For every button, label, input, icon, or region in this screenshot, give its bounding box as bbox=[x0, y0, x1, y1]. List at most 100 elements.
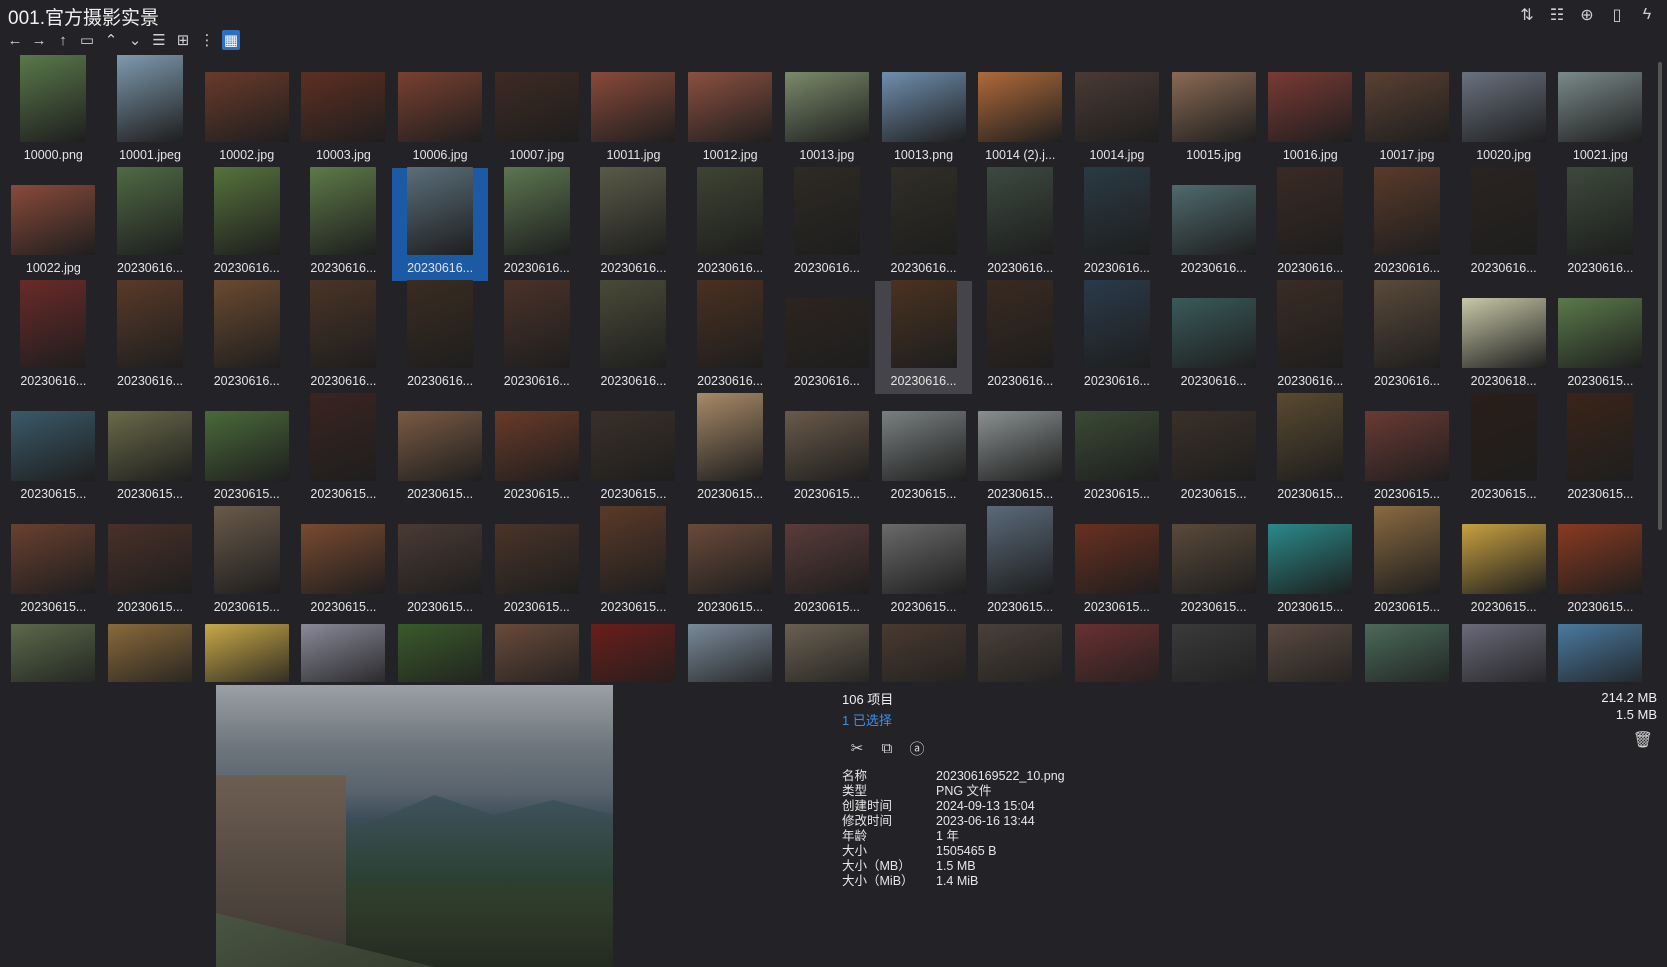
file-item[interactable]: 10014.jpg bbox=[1069, 55, 1166, 168]
file-item[interactable]: 20230615... bbox=[1552, 507, 1649, 620]
file-item[interactable] bbox=[5, 620, 102, 682]
file-item[interactable]: 20230615... bbox=[392, 394, 489, 507]
tiles-view-icon[interactable]: ⊞ bbox=[174, 30, 192, 50]
file-item[interactable]: 10022.jpg bbox=[5, 168, 102, 281]
file-item[interactable]: 20230616... bbox=[391, 167, 489, 281]
file-item[interactable] bbox=[1069, 620, 1166, 682]
file-item[interactable]: 20230616... bbox=[1165, 281, 1262, 394]
add-icon[interactable]: ⊕ bbox=[1577, 5, 1597, 25]
file-item[interactable]: 20230616... bbox=[1165, 168, 1262, 281]
file-item[interactable]: 10017.jpg bbox=[1359, 55, 1456, 168]
file-item[interactable] bbox=[1359, 620, 1456, 682]
file-item[interactable]: 20230615... bbox=[198, 394, 295, 507]
file-item[interactable]: 20230616... bbox=[1069, 280, 1166, 394]
file-item[interactable]: 20230615... bbox=[1455, 393, 1552, 507]
file-item[interactable]: 20230615... bbox=[1165, 507, 1262, 620]
file-item[interactable]: 20230615... bbox=[102, 394, 199, 507]
file-item[interactable]: 10002.jpg bbox=[198, 55, 295, 168]
file-item[interactable] bbox=[779, 620, 876, 682]
file-item[interactable] bbox=[1552, 620, 1649, 682]
file-item[interactable] bbox=[585, 620, 682, 682]
file-item[interactable] bbox=[1262, 620, 1359, 682]
file-item[interactable]: 10000.png bbox=[5, 55, 102, 168]
file-item[interactable]: 20230616... bbox=[1069, 167, 1166, 281]
file-item[interactable]: 20230615... bbox=[1262, 507, 1359, 620]
file-item[interactable]: 20230615... bbox=[682, 393, 779, 507]
file-item[interactable] bbox=[488, 620, 585, 682]
file-item[interactable]: 10003.jpg bbox=[295, 55, 392, 168]
list-view-icon[interactable]: ☷ bbox=[1547, 5, 1567, 25]
file-item[interactable]: 10012.jpg bbox=[682, 55, 779, 168]
file-item[interactable]: 10020.jpg bbox=[1455, 55, 1552, 168]
file-item[interactable]: 20230616... bbox=[682, 280, 779, 394]
file-item[interactable]: 20230615... bbox=[682, 507, 779, 620]
cut-icon[interactable]: ✂ bbox=[848, 739, 866, 757]
vertical-scrollbar[interactable] bbox=[1658, 62, 1662, 530]
file-item[interactable]: 20230615... bbox=[1165, 394, 1262, 507]
file-item[interactable]: 20230616... bbox=[1262, 167, 1359, 281]
file-item[interactable]: 20230616... bbox=[392, 280, 489, 394]
file-item[interactable]: 20230616... bbox=[102, 280, 199, 394]
file-item[interactable]: 10011.jpg bbox=[585, 55, 682, 168]
file-item[interactable]: 20230615... bbox=[1455, 507, 1552, 620]
file-item[interactable] bbox=[1455, 620, 1552, 682]
file-item[interactable]: 20230615... bbox=[585, 506, 682, 620]
file-item[interactable]: 20230615... bbox=[295, 507, 392, 620]
file-item[interactable]: 20230615... bbox=[972, 506, 1069, 620]
file-item[interactable]: 20230615... bbox=[392, 507, 489, 620]
pin-icon[interactable]: ϟ bbox=[1637, 5, 1657, 25]
file-item[interactable]: 20230616... bbox=[5, 280, 102, 394]
file-item[interactable] bbox=[198, 620, 295, 682]
file-item[interactable]: 20230615... bbox=[488, 394, 585, 507]
file-item[interactable]: 20230616... bbox=[198, 167, 295, 281]
file-item[interactable]: 10013.png bbox=[875, 55, 972, 168]
file-item[interactable]: 20230615... bbox=[1359, 394, 1456, 507]
file-item[interactable]: 20230616... bbox=[488, 167, 585, 281]
chevron-down-icon[interactable]: ⌄ bbox=[126, 30, 144, 50]
file-item[interactable] bbox=[1165, 620, 1262, 682]
up-icon[interactable]: ↑ bbox=[54, 30, 72, 50]
file-item[interactable]: 20230615... bbox=[198, 506, 295, 620]
file-item[interactable]: 20230616... bbox=[779, 281, 876, 394]
file-item[interactable]: 10006.jpg bbox=[392, 55, 489, 168]
file-item[interactable]: 10014 (2).j... bbox=[972, 55, 1069, 168]
file-item[interactable] bbox=[682, 620, 779, 682]
file-item[interactable]: 20230616... bbox=[682, 167, 779, 281]
file-item[interactable] bbox=[392, 620, 489, 682]
file-item[interactable]: 20230616... bbox=[1359, 167, 1456, 281]
copy-icon[interactable]: ⧉ bbox=[878, 739, 896, 757]
file-item[interactable]: 20230616... bbox=[972, 167, 1069, 281]
file-item[interactable]: 10016.jpg bbox=[1262, 55, 1359, 168]
file-item[interactable]: 20230615... bbox=[102, 507, 199, 620]
file-item[interactable]: 20230615... bbox=[295, 393, 392, 507]
file-item[interactable]: 10013.jpg bbox=[779, 55, 876, 168]
file-item[interactable]: 20230615... bbox=[1069, 394, 1166, 507]
file-item[interactable]: 20230615... bbox=[1262, 393, 1359, 507]
file-item[interactable] bbox=[102, 620, 199, 682]
sort-icon[interactable]: ⇅ bbox=[1517, 5, 1537, 25]
clipboard-icon[interactable]: ▯ bbox=[1607, 5, 1627, 25]
file-item[interactable]: 20230615... bbox=[779, 507, 876, 620]
file-item[interactable]: 20230616... bbox=[779, 167, 876, 281]
file-item[interactable]: 20230616... bbox=[875, 167, 972, 281]
file-item[interactable]: 20230616... bbox=[972, 280, 1069, 394]
file-item[interactable]: 10021.jpg bbox=[1552, 55, 1649, 168]
file-item[interactable]: 20230616... bbox=[295, 167, 392, 281]
file-item[interactable]: 20230615... bbox=[488, 507, 585, 620]
file-item[interactable]: 20230615... bbox=[1552, 281, 1649, 394]
file-item[interactable]: 20230615... bbox=[972, 394, 1069, 507]
file-item[interactable]: 10001.jpeg bbox=[102, 55, 199, 168]
file-item[interactable]: 20230615... bbox=[1359, 506, 1456, 620]
file-item[interactable]: 20230616... bbox=[585, 280, 682, 394]
chevron-up-icon[interactable]: ⌃ bbox=[102, 30, 120, 50]
file-item[interactable]: 10007.jpg bbox=[488, 55, 585, 168]
tree-view-icon[interactable]: ⋮ bbox=[198, 30, 216, 50]
back-icon[interactable]: ← bbox=[6, 30, 24, 50]
file-item[interactable] bbox=[875, 620, 972, 682]
file-item[interactable]: 20230616... bbox=[488, 280, 585, 394]
file-item[interactable]: 20230616... bbox=[1455, 167, 1552, 281]
details-view-icon[interactable]: ☰ bbox=[150, 30, 168, 50]
file-item[interactable]: 10015.jpg bbox=[1165, 55, 1262, 168]
file-item[interactable]: 20230616... bbox=[875, 280, 972, 394]
forward-icon[interactable]: → bbox=[30, 30, 48, 50]
